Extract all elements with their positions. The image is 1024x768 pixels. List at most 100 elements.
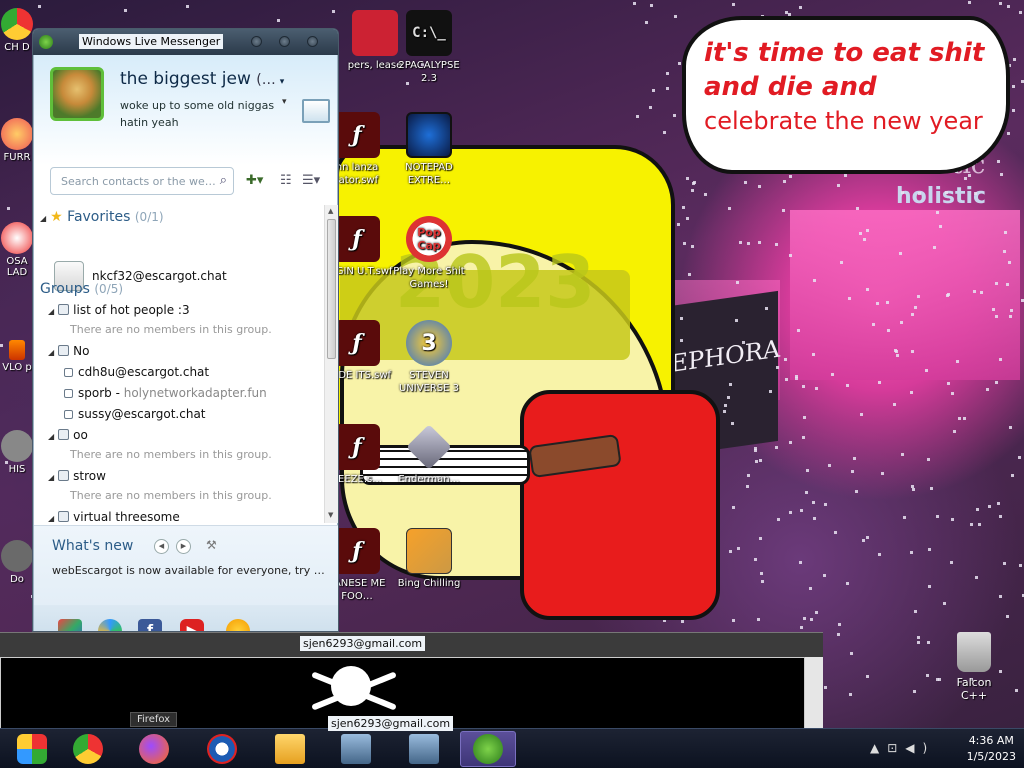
display-name[interactable]: the biggest jew (… ▾ — [120, 69, 284, 89]
contact-row[interactable]: cdh8u@escargot.chat — [64, 365, 209, 379]
mail-icon[interactable] — [302, 99, 330, 123]
wrench-icon[interactable]: ⚒ — [206, 538, 217, 552]
network-icon[interactable]: ⊡ — [887, 741, 905, 755]
desktop-icon-label: STEVEN UNIVERSE 3 — [398, 370, 460, 394]
skull-icon — [331, 666, 371, 706]
personal-message[interactable]: woke up to some old niggas hatin yeah — [120, 97, 300, 131]
left-icon-3[interactable]: OSA LAD — [0, 222, 34, 278]
taskbar-chrome[interactable] — [60, 731, 116, 767]
whats-new-next-button[interactable]: ▶ — [176, 539, 191, 554]
confetti-piece — [853, 456, 857, 460]
tray-icons[interactable]: ▲⊡◀) — [870, 741, 935, 755]
left-icon-1[interactable]: CH D — [0, 8, 34, 53]
confetti-piece — [1010, 308, 1014, 312]
scroll-down-icon[interactable]: ▼ — [328, 511, 333, 519]
confetti-piece — [729, 550, 733, 554]
volume-icon[interactable]: ◀) — [905, 741, 935, 755]
menu-button[interactable]: ☰▾ — [302, 173, 320, 188]
confetti-piece — [815, 610, 819, 614]
confetti-piece — [775, 242, 779, 246]
confetti-piece — [988, 504, 992, 508]
taskbar-network-1[interactable] — [328, 731, 384, 767]
confetti-piece — [1011, 109, 1015, 113]
desktop-icon-steven[interactable]: 3 STEVEN UNIVERSE 3 — [390, 320, 468, 395]
favorites-header[interactable]: ◢ ★ Favorites (0/1) — [40, 209, 164, 225]
chat-window-scrollbar[interactable] — [805, 657, 823, 729]
msn-butterfly-icon[interactable] — [58, 619, 82, 631]
group-name: virtual threesome — [73, 510, 180, 523]
confetti-piece — [877, 381, 881, 385]
taskbar-messenger[interactable] — [460, 731, 516, 767]
view-options-icon[interactable]: ☷ — [280, 173, 292, 188]
confetti-piece — [764, 306, 768, 310]
confetti-piece — [927, 457, 931, 461]
messenger-titlebar[interactable]: Windows Live Messenger — [33, 29, 338, 55]
youtube-icon[interactable]: ▶ — [180, 619, 204, 631]
group-row[interactable]: ◢ strow — [48, 469, 106, 483]
desktop-icon-label: NOTEPAD EXTRE… — [405, 162, 453, 186]
status-suffix: (… — [256, 72, 276, 88]
group-name: list of hot people :3 — [73, 303, 190, 317]
groups-count: (0/5) — [94, 282, 124, 296]
confetti-piece — [937, 677, 941, 681]
confetti-piece — [913, 305, 917, 309]
contact-row[interactable]: sussy@escargot.chat — [64, 407, 206, 421]
confetti-piece — [38, 5, 42, 9]
confetti-piece — [849, 652, 853, 656]
confetti-piece — [815, 387, 819, 391]
desktop-icon-falcon[interactable]: Falcon C++ — [942, 632, 1006, 702]
confetti-piece — [1007, 261, 1011, 265]
tray-expand-icon[interactable]: ▲ — [870, 741, 887, 755]
taskbar-network-2[interactable] — [396, 731, 452, 767]
confetti-piece — [746, 484, 750, 488]
minimize-button[interactable] — [251, 36, 262, 47]
desktop-icon-notepad[interactable]: NOTEPAD EXTRE… — [390, 112, 468, 187]
close-button[interactable] — [307, 36, 318, 47]
confetti-piece — [636, 115, 640, 119]
confetti-piece — [986, 387, 990, 391]
desktop-icon-bing-chilling[interactable]: Bing Chilling — [390, 528, 468, 590]
taskbar-firefox[interactable] — [126, 731, 182, 767]
confetti-piece — [876, 302, 880, 306]
confetti-piece — [801, 384, 805, 388]
maximize-button[interactable] — [279, 36, 290, 47]
desktop-icon-enderman[interactable]: Enderman… — [390, 424, 468, 486]
add-contact-button[interactable]: ✚▾ — [246, 173, 263, 188]
left-icon-5[interactable]: HIS — [0, 430, 34, 475]
confetti-piece — [823, 573, 827, 577]
group-empty-text: There are no members in this group. — [70, 489, 272, 502]
contact-list-scrollbar[interactable]: ▲ ▼ — [324, 205, 338, 523]
scrollbar-thumb[interactable] — [327, 219, 336, 359]
sun-icon[interactable] — [226, 619, 250, 631]
group-row[interactable]: ◢ virtual threesome — [48, 510, 180, 523]
favorites-count: (0/1) — [134, 210, 164, 224]
contact-row[interactable]: sporb - holynetworkadapter.fun — [64, 386, 267, 400]
desktop-icon-popcap[interactable]: Pop Cap Play More Shit Games! — [390, 216, 468, 291]
cortana-icon[interactable] — [98, 619, 122, 631]
group-row[interactable]: ◢ list of hot people :3 — [48, 303, 190, 317]
left-icon-4[interactable]: VLO p — [0, 340, 34, 373]
group-row[interactable]: ◢ oo — [48, 428, 88, 442]
user-avatar[interactable] — [50, 67, 104, 121]
start-button[interactable] — [4, 731, 60, 767]
confetti-piece — [1009, 426, 1013, 430]
clock[interactable]: 4:36 AM 1/5/2023 — [967, 733, 1016, 765]
desktop-icon-2pacalypse[interactable]: C:\_ 2PACALYPSE 2.3 — [390, 10, 468, 85]
group-name: No — [73, 344, 90, 358]
left-icon-6[interactable]: Do — [0, 540, 34, 585]
groups-header[interactable]: Groups (0/5) — [40, 281, 123, 297]
search-input[interactable]: Search contacts or the we… ⌕ — [50, 167, 234, 195]
taskbar-obama[interactable] — [194, 731, 250, 767]
whats-new-text[interactable]: webEscargot is now available for everyon… — [52, 564, 325, 577]
confetti-piece — [759, 459, 763, 463]
confetti-piece — [731, 2, 735, 6]
confetti-piece — [999, 172, 1003, 176]
taskbar-explorer[interactable] — [262, 731, 318, 767]
whats-new-prev-button[interactable]: ◀ — [154, 539, 169, 554]
left-icon-2[interactable]: FURR — [0, 118, 34, 163]
scroll-up-icon[interactable]: ▲ — [328, 207, 333, 215]
star-icon: ★ — [50, 209, 63, 225]
group-row[interactable]: ◢ No — [48, 344, 89, 358]
facebook-icon[interactable]: f — [138, 619, 162, 631]
messenger-bottombar: f ▶ — [34, 605, 338, 631]
